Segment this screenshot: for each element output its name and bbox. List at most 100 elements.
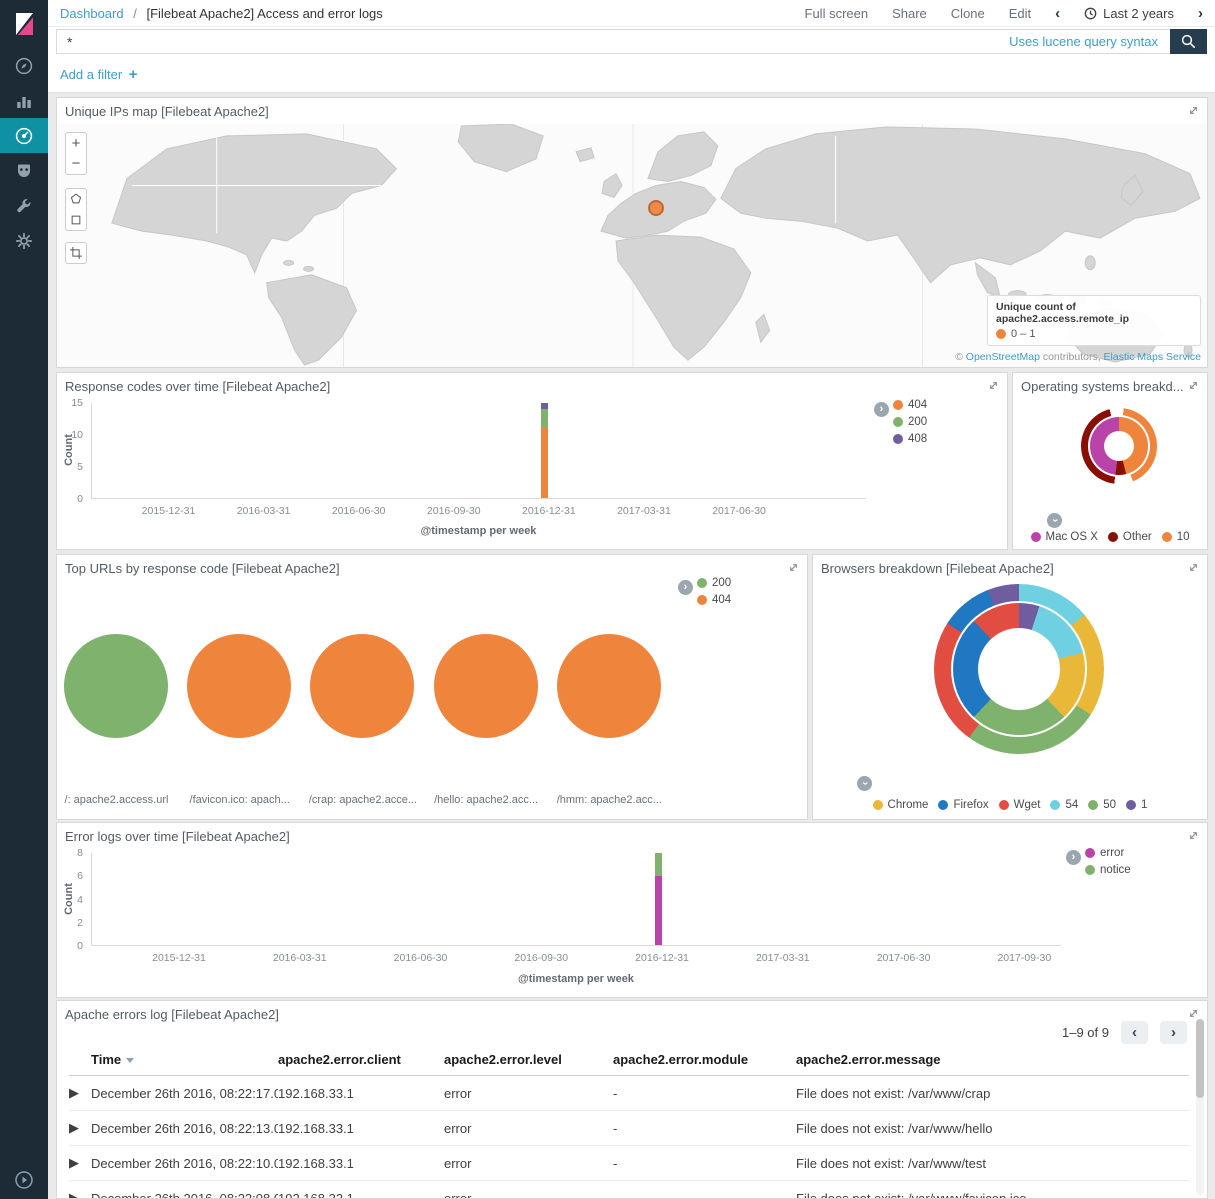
bar-stack[interactable] — [541, 403, 548, 498]
legend-item-200[interactable]: 200 — [893, 416, 927, 428]
legend-item-200[interactable]: 200 — [697, 577, 731, 589]
geo-point-marker[interactable] — [648, 200, 664, 216]
collapse-nav-button[interactable] — [0, 1166, 48, 1194]
column-header-label: Time — [91, 1052, 121, 1067]
row-expand-toggle[interactable]: ▶ — [69, 1111, 91, 1146]
y-axis-tick-label: 0 — [77, 941, 83, 951]
legend-item-mac-os-x[interactable]: Mac OS X — [1031, 531, 1098, 543]
sidebar-item-discover[interactable] — [0, 48, 48, 83]
table-scrollbar[interactable] — [1196, 1019, 1204, 1195]
pie-label: /: apache2.access.url — [53, 794, 180, 806]
zoom-in-button[interactable]: + — [65, 132, 87, 154]
pie-chart-favicon-ico-apach[interactable] — [187, 634, 291, 738]
pie-chart-crap-apache2-acce[interactable] — [310, 634, 414, 738]
bar-segment-404[interactable] — [541, 428, 548, 498]
legend-toggle-icon[interactable]: › — [1066, 850, 1081, 865]
legend-label: Other — [1123, 531, 1152, 543]
legend-item-chrome[interactable]: Chrome — [873, 799, 929, 811]
legend-toggle-icon[interactable]: › — [678, 580, 693, 595]
column-header-apache2-error-level[interactable]: apache2.error.level — [444, 1045, 613, 1076]
column-header-apache2-error-client[interactable]: apache2.error.client — [278, 1045, 444, 1076]
scrollbar-thumb[interactable] — [1196, 1019, 1204, 1098]
table-row[interactable]: ▶December 26th 2016, 08:22:10.000192.168… — [69, 1146, 1189, 1181]
bar-stack[interactable] — [655, 853, 662, 945]
previous-page-button[interactable]: ‹ — [1121, 1021, 1148, 1044]
map-canvas[interactable]: + − Unique count of apache2.access.remot… — [57, 124, 1207, 367]
next-page-button[interactable]: › — [1160, 1021, 1187, 1044]
column-header-label: apache2.error.client — [278, 1052, 401, 1067]
sidebar-item-dev-tools[interactable] — [0, 188, 48, 223]
zoom-out-button[interactable]: − — [65, 153, 87, 175]
legend-item-other[interactable]: Other — [1108, 531, 1152, 543]
plot-area[interactable] — [91, 403, 866, 499]
expand-panel-icon[interactable] — [1187, 104, 1201, 118]
legend-toggle-icon[interactable]: › — [874, 402, 889, 417]
table-row[interactable]: ▶December 26th 2016, 08:22:08.000192.168… — [69, 1181, 1189, 1199]
x-axis-tick-label: 2016-03-31 — [237, 505, 291, 517]
legend-item-404[interactable]: 404 — [697, 594, 731, 606]
table-row[interactable]: ▶December 26th 2016, 08:22:17.000192.168… — [69, 1076, 1189, 1111]
sidebar-item-dashboard[interactable] — [0, 118, 48, 153]
legend-item-firefox[interactable]: Firefox — [938, 799, 988, 811]
full-screen-button[interactable]: Full screen — [805, 6, 869, 21]
pie-chart-hello-apache2-acc[interactable] — [434, 634, 538, 738]
column-header-apache2-error-message[interactable]: apache2.error.message — [796, 1045, 1189, 1076]
time-back-button[interactable]: ‹ — [1055, 6, 1060, 21]
legend-toggle-icon[interactable]: › — [1047, 513, 1062, 528]
legend-item-1[interactable]: 1 — [1126, 799, 1147, 811]
column-header-time[interactable]: Time — [91, 1045, 278, 1076]
fit-bounds-button[interactable] — [65, 242, 87, 264]
bar-segment-200[interactable] — [541, 409, 548, 428]
breadcrumb-dashboard-link[interactable]: Dashboard — [60, 6, 124, 21]
elastic-maps-service-link[interactable]: Elastic Maps Service — [1104, 351, 1201, 363]
legend-item-54[interactable]: 54 — [1050, 799, 1078, 811]
search-button[interactable] — [1170, 29, 1207, 54]
legend-item-408[interactable]: 408 — [893, 433, 927, 445]
row-expand-toggle[interactable]: ▶ — [69, 1146, 91, 1181]
legend-swatch-icon — [999, 800, 1009, 810]
bar-segment-error[interactable] — [655, 876, 662, 945]
edit-button[interactable]: Edit — [1009, 6, 1031, 21]
legend-label: 50 — [1103, 799, 1116, 811]
column-header-apache2-error-module[interactable]: apache2.error.module — [613, 1045, 796, 1076]
expand-panel-icon[interactable] — [1187, 561, 1201, 575]
sidebar-item-management[interactable] — [0, 223, 48, 258]
legend-item-10[interactable]: 10 — [1162, 531, 1190, 543]
row-expand-toggle[interactable]: ▶ — [69, 1181, 91, 1199]
dashboard-actions: Full screen Share Clone Edit ‹ Last 2 ye… — [805, 6, 1203, 21]
column-header-label: apache2.error.level — [444, 1052, 562, 1067]
draw-polygon-button[interactable] — [65, 188, 87, 210]
legend-item-error[interactable]: error — [1085, 847, 1131, 859]
plot-area[interactable] — [91, 853, 1061, 946]
table-cell: - — [613, 1146, 796, 1181]
row-expand-toggle[interactable]: ▶ — [69, 1076, 91, 1111]
legend-item-notice[interactable]: notice — [1085, 864, 1131, 876]
table-cell: File does not exist: /var/www/hello — [796, 1111, 1189, 1146]
time-picker-button[interactable]: Last 2 years — [1084, 6, 1174, 21]
openstreetmap-link[interactable]: OpenStreetMap — [966, 351, 1040, 363]
legend-item-50[interactable]: 50 — [1088, 799, 1116, 811]
legend-toggle-icon[interactable]: › — [857, 776, 872, 791]
legend-label: 408 — [908, 433, 927, 445]
legend-item-404[interactable]: 404 — [893, 399, 927, 411]
pie-chart-apache2-access-url[interactable] — [64, 634, 168, 738]
filter-bar: Add a filter + — [48, 56, 1215, 93]
bar-segment-notice[interactable] — [655, 853, 662, 876]
expand-panel-icon[interactable] — [1187, 379, 1201, 393]
sidebar-item-timelion[interactable] — [0, 153, 48, 188]
lucene-syntax-link[interactable]: Uses lucene query syntax — [1009, 34, 1158, 49]
clone-button[interactable]: Clone — [951, 6, 985, 21]
pie-chart-hmm-apache2-acc[interactable] — [557, 634, 661, 738]
y-axis-tick-label: 2 — [77, 918, 83, 928]
legend-item-wget[interactable]: Wget — [999, 799, 1041, 811]
kibana-logo[interactable] — [0, 0, 48, 48]
sidebar-item-visualize[interactable] — [0, 83, 48, 118]
os-breakdown-donut[interactable] — [1081, 408, 1157, 484]
query-input[interactable] — [57, 34, 1009, 50]
browsers-breakdown-donut[interactable] — [934, 584, 1104, 754]
add-filter-button[interactable]: Add a filter + — [60, 66, 138, 83]
share-button[interactable]: Share — [892, 6, 927, 21]
draw-rectangle-button[interactable] — [65, 209, 87, 231]
time-forward-button[interactable]: › — [1198, 6, 1203, 21]
table-row[interactable]: ▶December 26th 2016, 08:22:13.000192.168… — [69, 1111, 1189, 1146]
